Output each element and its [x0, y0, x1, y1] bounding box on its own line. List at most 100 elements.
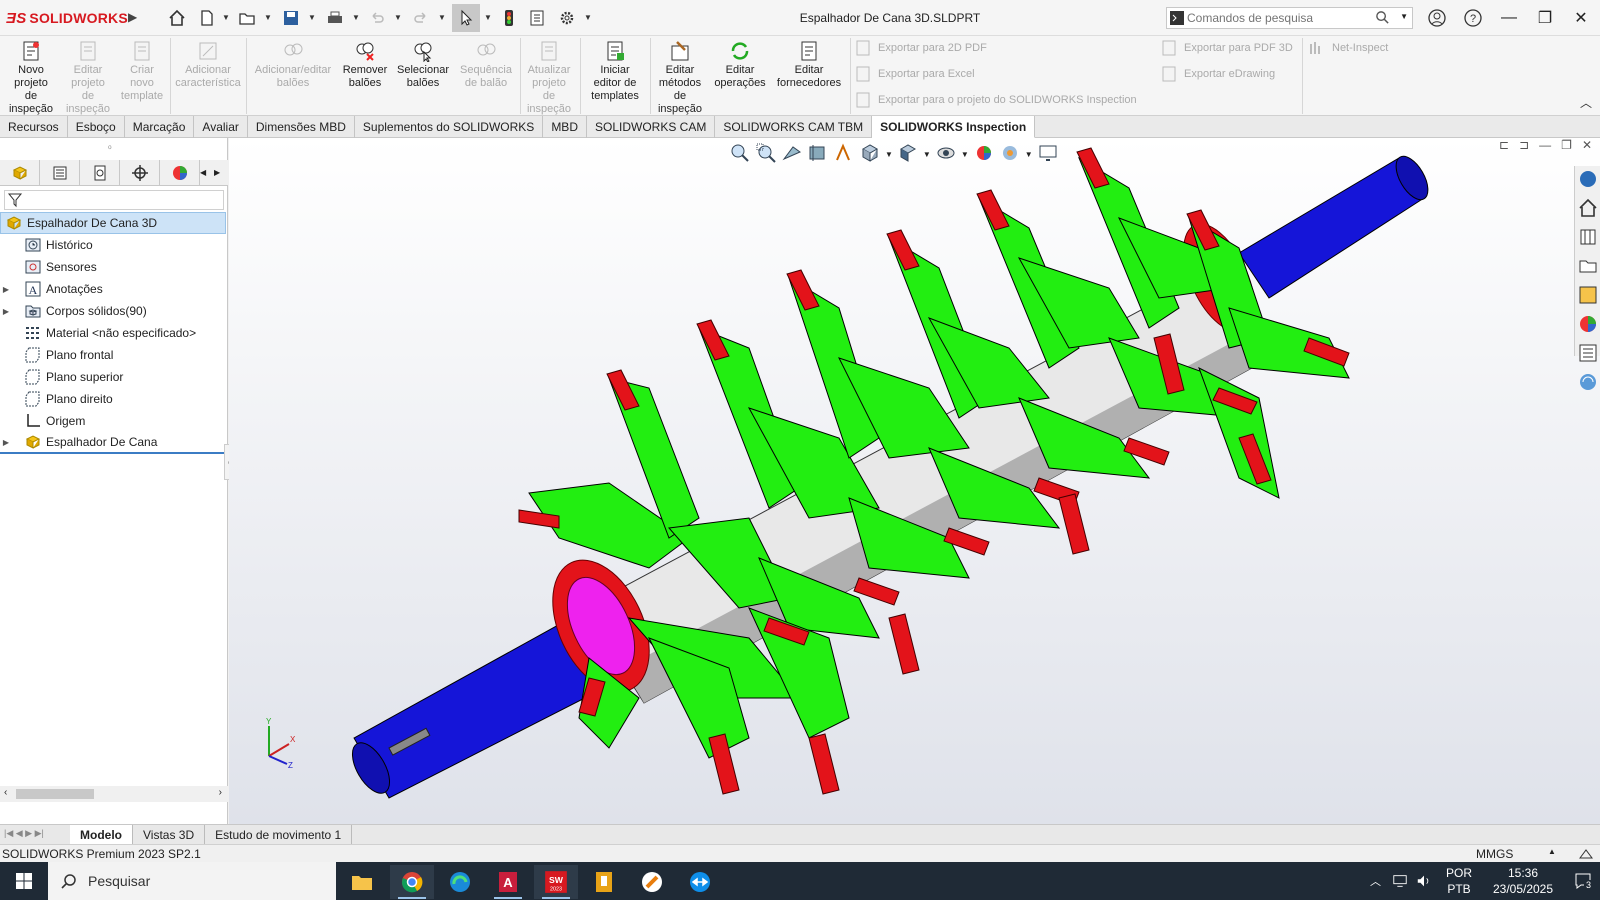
tree-item-plano-direito[interactable]: Plano direito	[0, 388, 226, 410]
ribbon-button-editar-fornecedores[interactable]: Editar fornecedores	[772, 40, 846, 90]
chevron-down-icon[interactable]: ▼	[484, 13, 492, 22]
file-explorer-taskbar-icon[interactable]	[340, 865, 384, 899]
autocad-taskbar-icon[interactable]: A	[486, 865, 530, 899]
ribbon-button-adicionar-baloes[interactable]: Adicionar/editar balões	[248, 40, 338, 90]
tree-horizontal-scrollbar[interactable]: ‹ ›	[0, 786, 228, 802]
panel-splitter-handle[interactable]: ⁰	[108, 144, 112, 155]
home-tab-icon[interactable]	[1577, 197, 1599, 219]
chevron-up-icon[interactable]: ▲	[1548, 847, 1556, 856]
search-input[interactable]	[1187, 11, 1367, 25]
tab-mbd[interactable]: MBD	[543, 116, 587, 138]
tab-solidworks-cam[interactable]: SOLIDWORKS CAM	[587, 116, 716, 138]
export-3d-pdf-button[interactable]: Exportar para PDF 3D	[1160, 38, 1293, 58]
clock[interactable]: 15:36 23/05/2025	[1478, 862, 1568, 900]
chevron-down-icon[interactable]: ▼	[264, 13, 272, 22]
redo-icon[interactable]	[410, 7, 432, 29]
property-manager-tab-icon[interactable]	[40, 160, 80, 186]
file-properties-icon[interactable]	[526, 7, 548, 29]
ribbon-button-selecionar-baloes[interactable]: Selecionar balões	[394, 40, 452, 90]
volume-icon[interactable]	[1416, 862, 1432, 900]
select-cursor-icon[interactable]	[452, 4, 480, 32]
close-window-button[interactable]: ✕	[1566, 6, 1596, 30]
chevron-right-icon[interactable]: ▶	[214, 160, 228, 185]
tree-filter-field[interactable]	[4, 190, 224, 210]
ribbon-button-adicionar-caracteristica[interactable]: Adicionar característica	[172, 40, 244, 90]
solidworks-logo[interactable]: ƎS SOLIDWORKS	[6, 8, 128, 28]
tree-item-material[interactable]: Material <não especificado>	[0, 322, 226, 344]
view-palette-icon[interactable]	[1577, 284, 1599, 306]
solidworks-resources-icon[interactable]	[1577, 168, 1599, 190]
search-icon[interactable]	[1375, 10, 1390, 28]
ribbon-button-remover-baloes[interactable]: Remover balões	[340, 40, 390, 90]
save-icon[interactable]	[280, 7, 302, 29]
chevron-down-icon[interactable]: ▼	[1400, 12, 1408, 21]
chevron-down-icon[interactable]: ▼	[394, 13, 402, 22]
tab-dimensoes-mbd[interactable]: Dimensões MBD	[248, 116, 355, 138]
collapse-ribbon-icon[interactable]: ︿	[1580, 94, 1592, 111]
tab-solidworks-cam-tbm[interactable]: SOLIDWORKS CAM TBM	[715, 116, 873, 138]
tree-item-corpos-solidos[interactable]: ▶ Corpos sólidos(90)	[0, 300, 226, 322]
tree-item-origem[interactable]: Origem	[0, 410, 226, 432]
ribbon-button-novo-projeto[interactable]: Novo projeto de inspeção	[4, 40, 58, 116]
dimxpert-tab-icon[interactable]	[120, 160, 160, 186]
configuration-manager-tab-icon[interactable]	[80, 160, 120, 186]
tab-vistas-3d[interactable]: Vistas 3D	[133, 825, 206, 844]
windows-start-button[interactable]	[0, 862, 48, 900]
ribbon-button-criar-template[interactable]: Criar novo template	[116, 40, 168, 103]
nav-first-icon[interactable]: |◀ ◀ ▶ ▶|	[4, 828, 44, 839]
solidworks-taskbar-icon[interactable]: SW 2023	[534, 865, 578, 899]
open-document-icon[interactable]	[236, 7, 258, 29]
ribbon-button-editar-metodos[interactable]: Editar métodos de inspeção	[652, 40, 708, 116]
tab-recursos[interactable]: Recursos	[0, 116, 68, 138]
chevron-down-icon[interactable]: ▼	[222, 13, 230, 22]
tree-item-anotacoes[interactable]: ▶ A Anotações	[0, 278, 226, 300]
expand-arrow-icon[interactable]: ▶	[0, 285, 12, 294]
tab-estudo-movimento[interactable]: Estudo de movimento 1	[205, 825, 353, 844]
edge-taskbar-icon[interactable]	[438, 865, 482, 899]
network-icon[interactable]	[1392, 862, 1408, 900]
notifications-button[interactable]: 3	[1570, 862, 1596, 900]
home-icon[interactable]	[166, 7, 188, 29]
tree-item-plano-frontal[interactable]: Plano frontal	[0, 344, 226, 366]
teamviewer-taskbar-icon[interactable]	[678, 865, 722, 899]
rebuild-traffic-light-icon[interactable]	[498, 7, 520, 29]
export-excel-button[interactable]: Exportar para Excel	[854, 64, 975, 84]
help-icon[interactable]: ?	[1458, 6, 1488, 30]
new-document-icon[interactable]	[196, 7, 218, 29]
feature-manager-tab-icon[interactable]	[0, 160, 40, 186]
restore-window-button[interactable]: ❐	[1530, 6, 1560, 30]
export-edrawing-button[interactable]: Exportar eDrawing	[1160, 64, 1275, 84]
ribbon-button-editar-operacoes[interactable]: Editar operações	[710, 40, 770, 90]
ribbon-button-editar-projeto[interactable]: Editar projeto de inspeção	[62, 40, 114, 116]
ribbon-button-iniciar-editor[interactable]: Iniciar editor de templates	[582, 40, 648, 103]
inspection-pro-taskbar-icon[interactable]	[582, 865, 626, 899]
undo-icon[interactable]	[366, 7, 388, 29]
tree-item-espalhador[interactable]: ▶ Espalhador De Cana	[0, 432, 226, 454]
design-library-icon[interactable]	[1577, 226, 1599, 248]
file-explorer-icon[interactable]	[1577, 255, 1599, 277]
3d-model-espalhador[interactable]	[229, 138, 1600, 824]
show-hidden-icons-chevron-icon[interactable]: ︿	[1370, 862, 1381, 900]
graphics-viewport[interactable]: ▼ ▼ ▼ ▼ ⊏ ⊐ — ❐ ✕ Y X Z	[229, 138, 1600, 824]
expand-arrow-icon[interactable]: ▶	[0, 307, 12, 316]
tab-solidworks-inspection[interactable]: SOLIDWORKS Inspection	[872, 116, 1036, 138]
tab-suplementos[interactable]: Suplementos do SOLIDWORKS	[355, 116, 544, 138]
export-inspection-project-button[interactable]: Exportar para o projeto do SOLIDWORKS In…	[854, 90, 1137, 110]
net-inspect-button[interactable]: Net-Inspect	[1308, 38, 1388, 58]
custom-properties-icon[interactable]	[1577, 342, 1599, 364]
chevron-down-icon[interactable]: ▼	[308, 13, 316, 22]
ribbon-button-sequencia-balao[interactable]: Sequência de balão	[456, 40, 516, 90]
tree-root-part[interactable]: Espalhador De Cana 3D	[0, 212, 226, 234]
tree-item-plano-superior[interactable]: Plano superior	[0, 366, 226, 388]
tab-marcacao[interactable]: Marcação	[125, 116, 195, 138]
command-search-box[interactable]: ▼	[1166, 7, 1413, 29]
minimize-window-button[interactable]: —	[1494, 6, 1524, 30]
chevron-down-icon[interactable]: ▼	[438, 13, 446, 22]
tree-item-historico[interactable]: Histórico	[0, 234, 226, 256]
appearances-icon[interactable]	[1577, 313, 1599, 335]
tree-item-sensores[interactable]: Sensores	[0, 256, 226, 278]
taskbar-search-box[interactable]: Pesquisar	[48, 862, 336, 900]
options-gear-icon[interactable]	[556, 7, 578, 29]
expand-arrow-icon[interactable]: ▶	[0, 438, 12, 447]
print-icon[interactable]	[324, 7, 346, 29]
